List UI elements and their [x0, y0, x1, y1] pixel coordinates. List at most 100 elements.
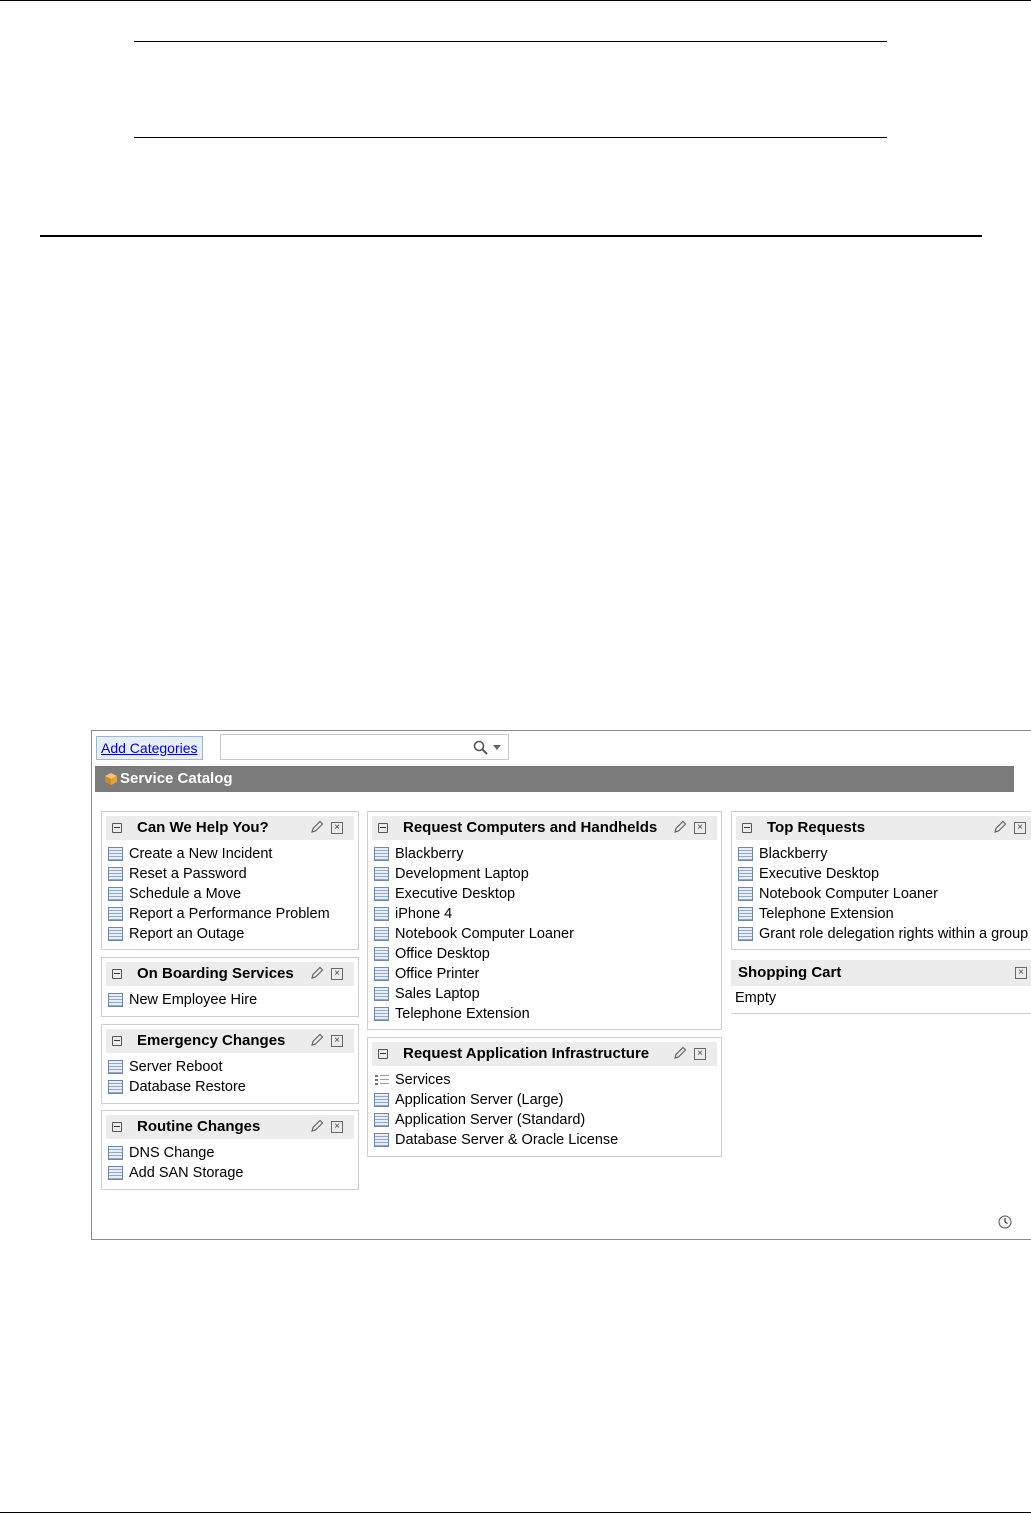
- widget-title: Request Application Infrastructure: [403, 1045, 650, 1062]
- section-rule: [40, 235, 982, 237]
- top-page-rule: [0, 0, 1031, 1]
- catalog-item-icon: [738, 887, 753, 901]
- widget-header: Request Computers and Handhelds ×: [372, 816, 717, 840]
- catalog-item-icon: [738, 927, 753, 941]
- service-catalog-header: Service Catalog: [95, 766, 1014, 792]
- widget-request-app-infrastructure: Request Application Infrastructure × Ser…: [367, 1037, 722, 1157]
- widget-header: Emergency Changes ×: [106, 1029, 354, 1053]
- catalog-item-icon: [374, 927, 389, 941]
- collapse-icon[interactable]: [742, 823, 752, 833]
- collapse-icon[interactable]: [378, 1049, 388, 1059]
- search-box: [220, 734, 509, 760]
- list-item[interactable]: Telephone Extension: [372, 1004, 717, 1024]
- category-list-icon: [375, 1074, 389, 1086]
- list-item[interactable]: New Employee Hire: [106, 990, 354, 1010]
- list-item[interactable]: Notebook Computer Loaner: [736, 884, 1031, 904]
- widget-items: Services Application Server (Large) Appl…: [372, 1070, 717, 1150]
- bottom-page-rule: [0, 1512, 1031, 1513]
- catalog-item-icon: [108, 1166, 123, 1180]
- close-icon[interactable]: ×: [694, 822, 706, 834]
- catalog-item-icon: [374, 887, 389, 901]
- clock-icon[interactable]: [998, 1215, 1012, 1229]
- service-catalog-title: Service Catalog: [120, 770, 233, 787]
- shopping-cart-empty-label: Empty: [735, 990, 777, 1006]
- edit-pencil-icon[interactable]: [310, 966, 324, 980]
- close-icon[interactable]: ×: [1014, 822, 1026, 834]
- widget-top-requests: Top Requests × Blackberry Executive Desk…: [731, 811, 1031, 950]
- collapse-icon[interactable]: [378, 823, 388, 833]
- list-item[interactable]: iPhone 4: [372, 904, 717, 924]
- catalog-item-icon: [738, 867, 753, 881]
- list-item[interactable]: Telephone Extension: [736, 904, 1031, 924]
- list-item[interactable]: Services: [372, 1070, 717, 1090]
- service-catalog-screenshot: Add Categories Service Catalog Can We He…: [91, 730, 1031, 1240]
- search-options-chevron-down-icon[interactable]: [493, 745, 501, 750]
- catalog-item-icon: [738, 907, 753, 921]
- catalog-item-icon: [374, 967, 389, 981]
- close-icon[interactable]: ×: [331, 968, 343, 980]
- list-item[interactable]: Executive Desktop: [736, 864, 1031, 884]
- catalog-item-icon: [738, 847, 753, 861]
- list-item[interactable]: Grant role delegation rights within a gr…: [736, 924, 1031, 944]
- list-item[interactable]: Report an Outage: [106, 924, 354, 944]
- edit-pencil-icon[interactable]: [310, 1119, 324, 1133]
- search-input[interactable]: [223, 737, 467, 757]
- list-item[interactable]: Server Reboot: [106, 1057, 354, 1077]
- edit-pencil-icon[interactable]: [673, 820, 687, 834]
- widget-items: Server Reboot Database Restore: [106, 1057, 354, 1097]
- catalog-item-icon: [108, 867, 123, 881]
- close-icon[interactable]: ×: [331, 1035, 343, 1047]
- close-icon[interactable]: ×: [694, 1048, 706, 1060]
- shopping-cart-title: Shopping Cart: [738, 964, 842, 981]
- list-item[interactable]: Office Desktop: [372, 944, 717, 964]
- widget-items: Blackberry Development Laptop Executive …: [372, 844, 717, 1024]
- add-categories-button[interactable]: Add Categories: [96, 736, 203, 760]
- edit-pencil-icon[interactable]: [310, 820, 324, 834]
- edit-pencil-icon[interactable]: [993, 820, 1007, 834]
- catalog-item-icon: [374, 1093, 389, 1107]
- collapse-icon[interactable]: [112, 1122, 122, 1132]
- list-item[interactable]: Database Server & Oracle License: [372, 1130, 717, 1150]
- list-item[interactable]: DNS Change: [106, 1143, 354, 1163]
- list-item[interactable]: Blackberry: [736, 844, 1031, 864]
- widget-title: Emergency Changes: [137, 1032, 286, 1049]
- list-item[interactable]: Database Restore: [106, 1077, 354, 1097]
- widget-title: On Boarding Services: [137, 965, 294, 982]
- list-item[interactable]: Office Printer: [372, 964, 717, 984]
- collapse-icon[interactable]: [112, 969, 122, 979]
- list-item[interactable]: Report a Performance Problem: [106, 904, 354, 924]
- edit-pencil-icon[interactable]: [673, 1046, 687, 1060]
- widget-items: Blackberry Executive Desktop Notebook Co…: [736, 844, 1031, 944]
- widget-header: Routine Changes ×: [106, 1115, 354, 1139]
- search-icon[interactable]: [473, 740, 489, 756]
- close-icon[interactable]: ×: [1015, 967, 1027, 979]
- widget-items: New Employee Hire: [106, 990, 354, 1010]
- close-icon[interactable]: ×: [331, 822, 343, 834]
- header-rule-upper: [134, 41, 887, 42]
- catalog-item-icon: [374, 907, 389, 921]
- list-item[interactable]: Sales Laptop: [372, 984, 717, 1004]
- collapse-icon[interactable]: [112, 1036, 122, 1046]
- list-item[interactable]: Schedule a Move: [106, 884, 354, 904]
- catalog-item-icon: [374, 987, 389, 1001]
- list-item[interactable]: Notebook Computer Loaner: [372, 924, 717, 944]
- widget-header: Can We Help You? ×: [106, 816, 354, 840]
- list-item[interactable]: Blackberry: [372, 844, 717, 864]
- list-item[interactable]: Application Server (Standard): [372, 1110, 717, 1130]
- list-item[interactable]: Application Server (Large): [372, 1090, 717, 1110]
- list-item[interactable]: Create a New Incident: [106, 844, 354, 864]
- list-item[interactable]: Reset a Password: [106, 864, 354, 884]
- header-rule-lower: [134, 137, 887, 138]
- widget-header: Request Application Infrastructure ×: [372, 1042, 717, 1066]
- catalog-cube-icon: [105, 773, 117, 785]
- catalog-item-icon: [108, 1060, 123, 1074]
- widget-header: On Boarding Services ×: [106, 962, 354, 986]
- catalog-item-icon: [108, 1146, 123, 1160]
- list-item[interactable]: Add SAN Storage: [106, 1163, 354, 1183]
- close-icon[interactable]: ×: [331, 1121, 343, 1133]
- widget-title: Can We Help You?: [137, 819, 269, 836]
- edit-pencil-icon[interactable]: [310, 1033, 324, 1047]
- list-item[interactable]: Development Laptop: [372, 864, 717, 884]
- collapse-icon[interactable]: [112, 823, 122, 833]
- list-item[interactable]: Executive Desktop: [372, 884, 717, 904]
